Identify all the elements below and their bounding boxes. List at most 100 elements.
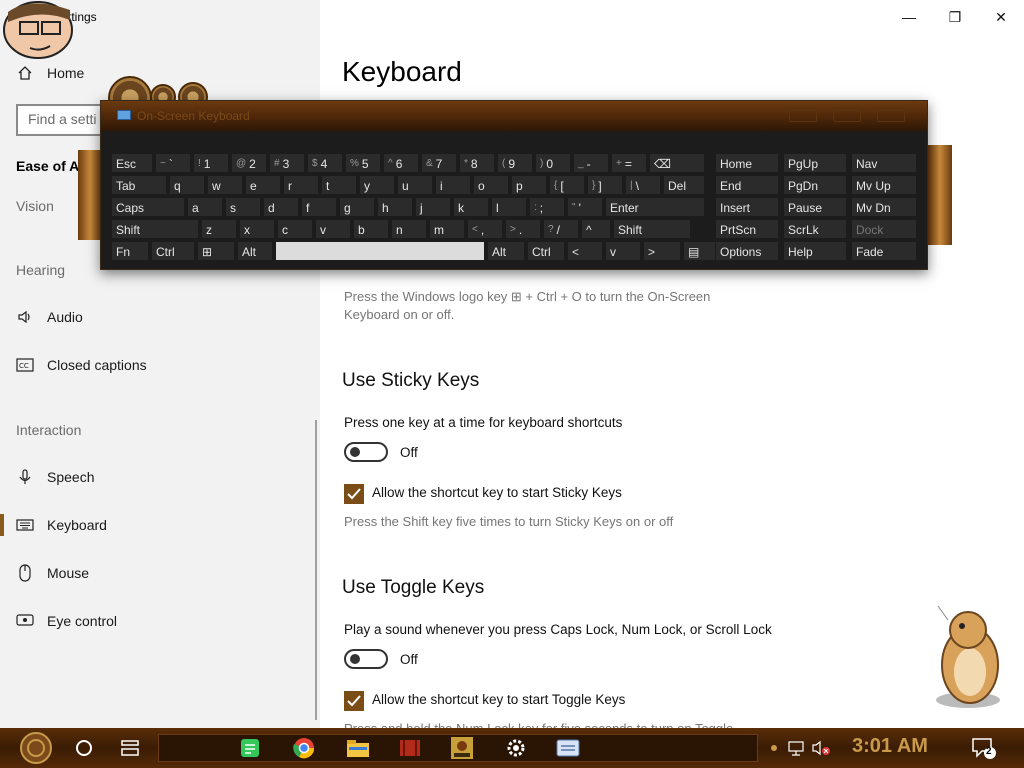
- osk-key[interactable]: Alt: [237, 241, 273, 261]
- osk-key[interactable]: Shift: [111, 219, 199, 239]
- osk-key[interactable]: u: [397, 175, 433, 195]
- osk-nav-key[interactable]: Insert: [715, 197, 779, 217]
- osk-key[interactable]: k: [453, 197, 489, 217]
- osk-key[interactable]: [275, 241, 485, 261]
- maximize-button[interactable]: ❐: [944, 6, 966, 28]
- sticky-keys-shortcut-checkbox[interactable]: [344, 484, 364, 504]
- osk-key[interactable]: o: [473, 175, 509, 195]
- osk-nav-key[interactable]: Pause: [783, 197, 847, 217]
- osk-key[interactable]: * 8: [459, 153, 495, 173]
- osk-key[interactable]: % 5: [345, 153, 381, 173]
- osk-key[interactable]: t: [321, 175, 357, 195]
- sidebar-item-mouse[interactable]: Mouse: [0, 553, 320, 593]
- osk-key[interactable]: @2: [231, 153, 267, 173]
- osk-key[interactable]: Esc: [111, 153, 153, 173]
- osk-key[interactable]: r: [283, 175, 319, 195]
- osk-key[interactable]: (9: [497, 153, 533, 173]
- notes-icon[interactable]: [234, 732, 266, 764]
- osk-nav-key[interactable]: Fade: [851, 241, 917, 261]
- osk-key[interactable]: Del: [663, 175, 705, 195]
- osk-key[interactable]: j: [415, 197, 451, 217]
- osk-key[interactable]: ▤: [683, 241, 719, 261]
- osk-key[interactable]: >: [643, 241, 681, 261]
- osk-key[interactable]: h: [377, 197, 413, 217]
- osk-taskbar-icon[interactable]: [552, 732, 584, 764]
- osk-nav-key[interactable]: Mv Dn: [851, 197, 917, 217]
- osk-key[interactable]: q: [169, 175, 205, 195]
- chrome-icon[interactable]: [288, 732, 320, 764]
- osk-key[interactable]: }]: [587, 175, 623, 195]
- osk-nav-key[interactable]: Dock: [851, 219, 917, 239]
- close-button[interactable]: ✕: [990, 6, 1012, 28]
- action-center-icon[interactable]: 2: [970, 736, 998, 760]
- osk-key[interactable]: Ctrl: [527, 241, 565, 261]
- osk-key[interactable]: m: [429, 219, 465, 239]
- osk-nav-key[interactable]: PrtScn: [715, 219, 779, 239]
- osk-key[interactable]: Ctrl: [151, 241, 195, 261]
- file-explorer-icon[interactable]: [342, 732, 374, 764]
- osk-key[interactable]: + =: [611, 153, 647, 173]
- osk-key[interactable]: ~ `: [155, 153, 191, 173]
- osk-key[interactable]: p: [511, 175, 547, 195]
- osk-key[interactable]: Shift: [613, 219, 691, 239]
- media-icon[interactable]: [394, 732, 426, 764]
- osk-key[interactable]: ! 1: [193, 153, 229, 173]
- osk-nav-key[interactable]: Home: [715, 153, 779, 173]
- sidebar-item-eye-control[interactable]: Eye control: [0, 601, 320, 641]
- osk-key[interactable]: ⌫: [649, 153, 705, 173]
- osk-key[interactable]: w: [207, 175, 243, 195]
- osk-nav-key[interactable]: PgDn: [783, 175, 847, 195]
- osk-key[interactable]: >.: [505, 219, 541, 239]
- task-view-icon[interactable]: [114, 732, 146, 764]
- osk-key[interactable]: Fn: [111, 241, 149, 261]
- osk-key[interactable]: i: [435, 175, 471, 195]
- osk-maximize-button[interactable]: [833, 110, 861, 122]
- osk-key[interactable]: z: [201, 219, 237, 239]
- sidebar-item-audio[interactable]: Audio: [0, 297, 320, 337]
- osk-nav-key[interactable]: Options: [715, 241, 779, 261]
- osk-close-button[interactable]: [877, 110, 905, 122]
- osk-key[interactable]: {[: [549, 175, 585, 195]
- osk-nav-key[interactable]: Nav: [851, 153, 917, 173]
- osk-key[interactable]: ^ 6: [383, 153, 419, 173]
- osk-key[interactable]: Enter: [605, 197, 705, 217]
- sidebar-item-speech[interactable]: Speech: [0, 457, 320, 497]
- osk-key[interactable]: e: [245, 175, 281, 195]
- on-screen-keyboard[interactable]: On-Screen Keyboard Esc ~ `! 1 @2 #3 $4% 5 ^ 6 & 7 * 8…: [100, 100, 928, 270]
- sidebar-item-keyboard[interactable]: Keyboard: [0, 505, 320, 545]
- osk-minimize-button[interactable]: [789, 110, 817, 122]
- osk-nav-key[interactable]: Mv Up: [851, 175, 917, 195]
- osk-key[interactable]: g: [339, 197, 375, 217]
- osk-key[interactable]: v: [315, 219, 351, 239]
- osk-key[interactable]: Tab: [111, 175, 167, 195]
- osk-key[interactable]: <,: [467, 219, 503, 239]
- start-icon[interactable]: [16, 730, 56, 766]
- osk-key[interactable]: d: [263, 197, 299, 217]
- game-icon[interactable]: [446, 732, 478, 764]
- minimize-button[interactable]: —: [898, 6, 920, 28]
- osk-key[interactable]: v: [605, 241, 641, 261]
- osk-key[interactable]: ^: [581, 219, 611, 239]
- cortana-icon[interactable]: [68, 732, 100, 764]
- osk-key[interactable]: | \: [625, 175, 661, 195]
- settings-icon[interactable]: [500, 732, 532, 764]
- osk-key[interactable]: s: [225, 197, 261, 217]
- toggle-keys-toggle[interactable]: [344, 649, 388, 669]
- show-hidden-icons-icon[interactable]: [766, 732, 782, 764]
- osk-key[interactable]: Alt: [487, 241, 525, 261]
- osk-key[interactable]: x: [239, 219, 275, 239]
- network-icon[interactable]: [786, 732, 806, 764]
- osk-key[interactable]: :;: [529, 197, 565, 217]
- osk-key[interactable]: _ -: [573, 153, 609, 173]
- volume-muted-icon[interactable]: [810, 732, 832, 764]
- osk-nav-key[interactable]: ScrLk: [783, 219, 847, 239]
- osk-key[interactable]: <: [567, 241, 603, 261]
- sidebar-item-closed-captions[interactable]: CC Closed captions: [0, 345, 320, 385]
- osk-key[interactable]: $4: [307, 153, 343, 173]
- osk-key[interactable]: " ': [567, 197, 603, 217]
- osk-key[interactable]: #3: [269, 153, 305, 173]
- osk-key[interactable]: n: [391, 219, 427, 239]
- osk-key[interactable]: ⊞: [197, 241, 235, 261]
- osk-key[interactable]: y: [359, 175, 395, 195]
- osk-key[interactable]: a: [187, 197, 223, 217]
